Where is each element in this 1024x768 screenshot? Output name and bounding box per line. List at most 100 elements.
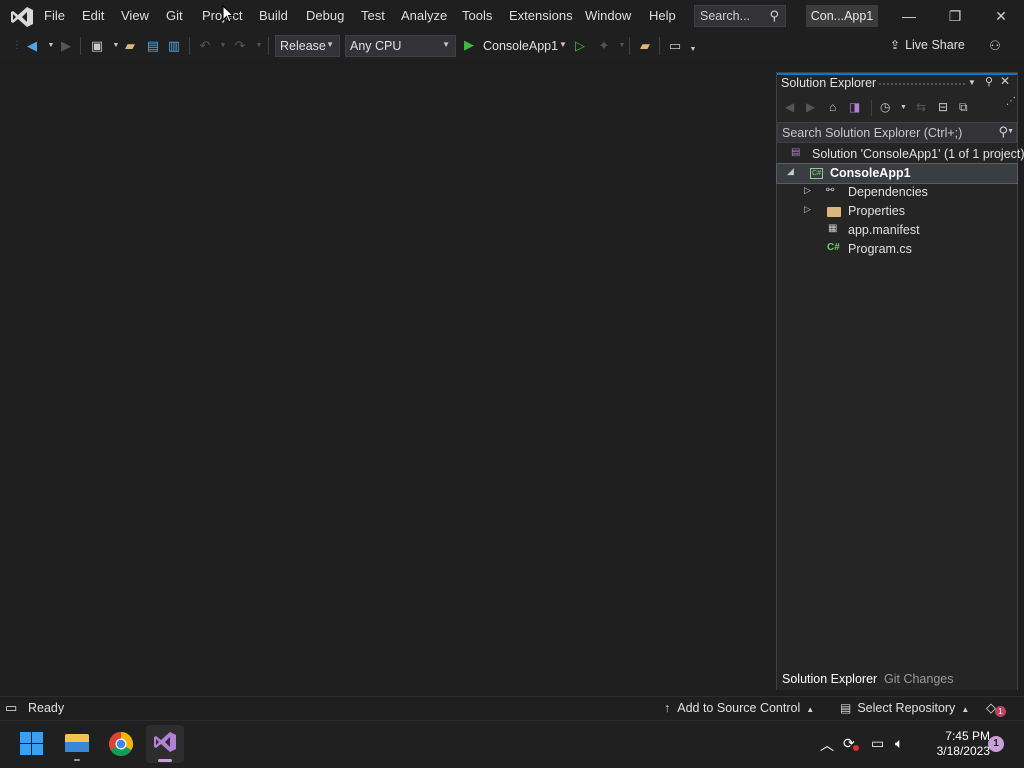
show-hidden-icons-chevron-up-icon[interactable]: ︿ [820, 735, 834, 755]
panel-close-icon[interactable]: ✕ [1000, 74, 1010, 88]
active-indicator [158, 759, 172, 762]
taskbar-visual-studio[interactable] [146, 725, 184, 763]
menu-test[interactable]: Test [361, 8, 385, 23]
save-all-icon[interactable]: ▥ [165, 37, 183, 55]
toolbar-separator [659, 37, 660, 55]
add-to-source-control-button[interactable]: ↑ Add to Source Control ▲ [664, 701, 814, 715]
panel-menu-chevron-down-icon[interactable]: ▼ [968, 78, 976, 87]
start-without-debugging-icon[interactable]: ▷ [571, 37, 589, 55]
tree-item-app-manifest[interactable]: ▦ app.manifest [777, 221, 1017, 240]
taskbar-file-explorer[interactable] [61, 728, 93, 761]
home-icon[interactable]: ⌂ [829, 100, 836, 114]
tree-item-dependencies[interactable]: ▷ ⚯ Dependencies [777, 183, 1017, 202]
open-file-icon[interactable]: ▰ [121, 37, 139, 55]
dependencies-icon: ⚯ [826, 185, 835, 196]
save-icon[interactable]: ▤ [144, 37, 162, 55]
tree-item-label: Dependencies [848, 185, 928, 199]
solution-name-badge[interactable]: Con...App1 [806, 5, 878, 27]
restore-button[interactable]: ❐ [940, 6, 970, 26]
chevron-down-icon: ▼ [559, 40, 567, 49]
live-share-button[interactable]: ⇪ Live Share [890, 38, 965, 52]
pending-changes-filter-icon[interactable]: ◷ [880, 100, 890, 114]
tree-item-label: Solution 'ConsoleApp1' (1 of 1 project) [812, 147, 1024, 161]
taskbar-clock[interactable]: 7:45 PM 3/18/2023 [920, 729, 990, 759]
new-project-icon[interactable]: ▣ [88, 37, 106, 55]
panel-grip[interactable] [878, 82, 966, 86]
minimize-button[interactable]: — [894, 6, 924, 26]
configuration-select[interactable]: Release ▼ [275, 35, 340, 57]
visual-studio-icon [154, 732, 176, 752]
search-icon: ⚲ [769, 8, 779, 23]
hot-reload-icon[interactable]: ✦ [595, 37, 613, 55]
menu-extensions[interactable]: Extensions [509, 8, 573, 23]
tree-item-program-cs[interactable]: C# Program.cs [777, 240, 1017, 259]
volume-icon[interactable]: 🔈︎ [895, 735, 903, 752]
taskbar-chrome[interactable] [105, 728, 137, 760]
toolbar-overflow-icon[interactable]: ⋰ [1006, 96, 1016, 107]
repository-icon: ▤ [840, 701, 852, 715]
tab-solution-explorer[interactable]: Solution Explorer [782, 672, 877, 686]
menu-analyze[interactable]: Analyze [401, 8, 447, 23]
network-icon[interactable]: ▭ [871, 735, 884, 752]
show-all-files-icon[interactable]: ⧉ [959, 100, 968, 115]
menu-view[interactable]: View [121, 8, 149, 23]
chevron-up-icon: ▲ [961, 705, 970, 714]
switch-views-icon[interactable]: ◨ [849, 100, 860, 114]
pin-icon[interactable]: ⚲ [985, 75, 993, 88]
menu-window[interactable]: Window [585, 8, 631, 23]
toolbar-separator [629, 37, 630, 55]
windows-logo-icon [20, 744, 31, 755]
tree-item-solution[interactable]: ▤ Solution 'ConsoleApp1' (1 of 1 project… [777, 145, 1024, 164]
collapse-all-icon[interactable]: ⊟ [938, 100, 948, 114]
filter-dropdown-icon[interactable]: ▼ [900, 104, 907, 111]
start-debugging-button[interactable]: ▶ ConsoleApp1 ▼ [462, 36, 568, 56]
start-button[interactable] [16, 728, 48, 760]
manifest-file-icon: ▦ [828, 223, 838, 234]
undo-icon[interactable]: ↶ [196, 37, 214, 55]
global-search-box[interactable]: Search... ⚲ [694, 5, 786, 27]
tab-git-changes[interactable]: Git Changes [884, 672, 953, 686]
expanded-triangle-icon[interactable]: ◢ [787, 166, 794, 177]
status-text: Ready [28, 701, 65, 715]
chevron-down-icon: ▼ [326, 40, 334, 49]
navigate-forward-icon[interactable]: ▶ [57, 37, 75, 55]
visual-studio-logo-icon[interactable] [10, 6, 34, 28]
menu-tools[interactable]: Tools [462, 8, 492, 23]
select-repository-button[interactable]: ▤ Select Repository ▲ [840, 701, 969, 715]
browse-folder-icon[interactable]: ▰ [636, 37, 654, 55]
redo-icon[interactable]: ↷ [231, 37, 249, 55]
sync-with-document-icon[interactable]: ⇆ [916, 100, 926, 114]
feedback-icon[interactable]: ⚇ [986, 37, 1004, 55]
platform-select[interactable]: Any CPU ▼ [345, 35, 456, 57]
close-button[interactable]: ✕ [986, 6, 1016, 26]
solution-explorer-title: Solution Explorer [781, 76, 877, 90]
menu-git[interactable]: Git [166, 8, 183, 23]
toolbar-separator [80, 37, 81, 55]
editor-area[interactable] [0, 60, 776, 696]
se-back-icon[interactable]: ◀ [785, 100, 794, 114]
menu-edit[interactable]: Edit [82, 8, 104, 23]
navigate-back-icon[interactable]: ◀ [23, 37, 41, 55]
chevron-down-icon: ▼ [442, 40, 450, 49]
redo-dropdown-icon[interactable]: ▼ [250, 37, 268, 55]
tree-item-label: app.manifest [848, 223, 920, 237]
search-options-chevron-down-icon: ▼ [1007, 128, 1014, 135]
tree-item-properties[interactable]: ▷ Properties [777, 202, 1017, 221]
menu-file[interactable]: File [44, 8, 65, 23]
sync-error-badge [853, 745, 859, 751]
tree-item-project[interactable]: ◢ C# ConsoleApp1 [776, 163, 1018, 184]
collapsed-triangle-icon[interactable]: ▷ [804, 185, 811, 196]
mouse-cursor-icon [222, 5, 234, 23]
menu-build[interactable]: Build [259, 8, 288, 23]
undo-dropdown-icon[interactable]: ▼ [214, 37, 232, 55]
se-forward-icon[interactable]: ▶ [806, 100, 815, 114]
solution-explorer-search[interactable]: Search Solution Explorer (Ctrl+;) ⚲ ▼ [777, 122, 1017, 143]
menu-help[interactable]: Help [649, 8, 676, 23]
collapsed-triangle-icon[interactable]: ▷ [804, 204, 811, 215]
menu-debug[interactable]: Debug [306, 8, 344, 23]
notifications-button[interactable]: ◇ 1 [986, 700, 1008, 718]
toolbar-overflow-icon[interactable]: ▼ [684, 41, 702, 59]
notification-center-badge[interactable]: 1 [988, 736, 1004, 752]
solution-icon: ▤ [791, 147, 801, 158]
layout-icon[interactable]: ▭ [666, 37, 684, 55]
